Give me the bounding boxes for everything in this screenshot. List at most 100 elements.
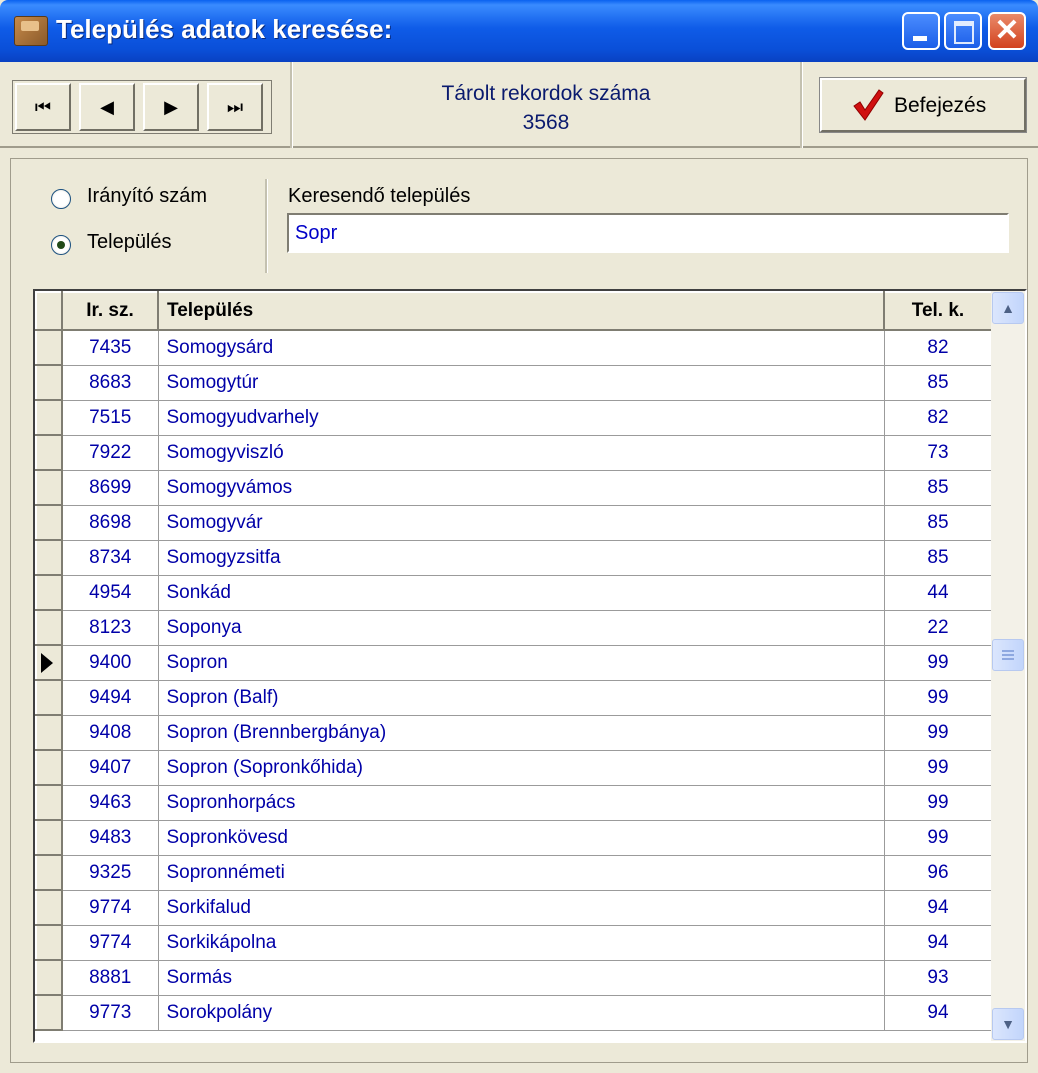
close-button[interactable]: ✕ [988,12,1026,50]
table-row[interactable]: 8698 Somogyvár 85 [35,504,993,541]
area-code-cell[interactable]: 44 [883,574,993,611]
row-indicator[interactable] [35,714,63,751]
scroll-down-button[interactable]: ▼ [992,1008,1024,1040]
table-row[interactable]: 8881 Sormás 93 [35,959,993,996]
prev-record-button[interactable]: ◀ [79,83,135,131]
zip-cell[interactable]: 9483 [61,819,159,856]
table-row[interactable]: 9774 Sorkikápolna 94 [35,924,993,961]
settlement-cell[interactable]: Sopronnémeti [157,854,885,891]
area-code-cell[interactable]: 82 [883,329,993,366]
table-row[interactable]: 7435 Somogysárd 82 [35,329,993,366]
settlement-cell[interactable]: Sormás [157,959,885,996]
settlement-cell[interactable]: Sopron (Sopronkőhida) [157,749,885,786]
column-header-area-code[interactable]: Tel. k. [883,291,993,331]
settlement-cell[interactable]: Sopronkövesd [157,819,885,856]
zip-cell[interactable]: 8123 [61,609,159,646]
zip-cell[interactable]: 8699 [61,469,159,506]
settlement-cell[interactable]: Somogyzsitfa [157,539,885,576]
row-indicator[interactable] [35,399,63,436]
zip-cell[interactable]: 8734 [61,539,159,576]
row-indicator[interactable] [35,959,63,996]
area-code-cell[interactable]: 94 [883,924,993,961]
area-code-cell[interactable]: 99 [883,819,993,856]
row-indicator[interactable] [35,889,63,926]
next-record-button[interactable]: ▶ [143,83,199,131]
zip-cell[interactable]: 9773 [61,994,159,1031]
row-indicator[interactable] [35,994,63,1031]
area-code-cell[interactable]: 99 [883,714,993,751]
column-header-settlement[interactable]: Település [157,291,885,331]
table-row[interactable]: 9483 Sopronkövesd 99 [35,819,993,856]
scroll-thumb[interactable] [992,639,1024,671]
row-indicator[interactable] [35,574,63,611]
area-code-cell[interactable]: 85 [883,504,993,541]
area-code-cell[interactable]: 85 [883,364,993,401]
table-row[interactable]: 9494 Sopron (Balf) 99 [35,679,993,716]
finish-button[interactable]: Befejezés [819,77,1027,133]
table-row[interactable]: 4954 Sonkád 44 [35,574,993,611]
first-record-button[interactable]: ⏮ [15,83,71,131]
area-code-cell[interactable]: 85 [883,469,993,506]
row-indicator[interactable] [35,504,63,541]
area-code-cell[interactable]: 99 [883,784,993,821]
zip-cell[interactable]: 9407 [61,749,159,786]
table-row[interactable]: 8734 Somogyzsitfa 85 [35,539,993,576]
table-row[interactable]: 7515 Somogyudvarhely 82 [35,399,993,436]
zip-cell[interactable]: 4954 [61,574,159,611]
zip-cell[interactable]: 9325 [61,854,159,891]
zip-cell[interactable]: 9408 [61,714,159,751]
settlement-cell[interactable]: Somogyvámos [157,469,885,506]
table-row[interactable]: 7922 Somogyviszló 73 [35,434,993,471]
vertical-scrollbar[interactable]: ▲ ▼ [991,291,1025,1041]
area-code-cell[interactable]: 85 [883,539,993,576]
area-code-cell[interactable]: 94 [883,889,993,926]
row-indicator[interactable] [35,469,63,506]
row-indicator[interactable] [35,609,63,646]
table-row[interactable]: 9774 Sorkifalud 94 [35,889,993,926]
table-row[interactable]: 8683 Somogytúr 85 [35,364,993,401]
table-row[interactable]: 8699 Somogyvámos 85 [35,469,993,506]
zip-cell[interactable]: 9494 [61,679,159,716]
settlement-cell[interactable]: Somogyvár [157,504,885,541]
zip-cell[interactable]: 9774 [61,924,159,961]
row-indicator[interactable] [35,854,63,891]
settlement-cell[interactable]: Somogyudvarhely [157,399,885,436]
settlement-cell[interactable]: Sorkifalud [157,889,885,926]
table-row[interactable]: 9773 Sorokpolány 94 [35,994,993,1031]
column-header-zip[interactable]: Ir. sz. [61,291,159,331]
table-row[interactable]: 8123 Soponya 22 [35,609,993,646]
area-code-cell[interactable]: 99 [883,749,993,786]
settlement-cell[interactable]: Soponya [157,609,885,646]
area-code-cell[interactable]: 99 [883,644,993,681]
row-indicator[interactable] [35,679,63,716]
row-indicator[interactable] [35,434,63,471]
row-indicator[interactable] [35,329,63,366]
area-code-cell[interactable]: 22 [883,609,993,646]
area-code-cell[interactable]: 82 [883,399,993,436]
row-indicator[interactable] [35,749,63,786]
minimize-button[interactable] [902,12,940,50]
table-row[interactable]: 9463 Sopronhorpács 99 [35,784,993,821]
area-code-cell[interactable]: 99 [883,679,993,716]
maximize-button[interactable] [944,12,982,50]
area-code-cell[interactable]: 93 [883,959,993,996]
radio-selected-icon[interactable] [51,235,71,255]
last-record-button[interactable]: ⏭ [207,83,263,131]
settlement-cell[interactable]: Somogyviszló [157,434,885,471]
area-code-cell[interactable]: 96 [883,854,993,891]
row-indicator[interactable] [35,644,63,681]
row-indicator[interactable] [35,924,63,961]
radio-icon[interactable] [51,189,71,209]
zip-cell[interactable]: 9774 [61,889,159,926]
zip-cell[interactable]: 7515 [61,399,159,436]
zip-cell[interactable]: 9400 [61,644,159,681]
zip-cell[interactable]: 9463 [61,784,159,821]
zip-cell[interactable]: 8698 [61,504,159,541]
area-code-cell[interactable]: 73 [883,434,993,471]
settlement-cell[interactable]: Somogytúr [157,364,885,401]
title-bar[interactable]: Település adatok keresése: ✕ [0,0,1038,62]
row-indicator[interactable] [35,819,63,856]
settlement-cell[interactable]: Sorkikápolna [157,924,885,961]
row-indicator[interactable] [35,364,63,401]
zip-cell[interactable]: 8683 [61,364,159,401]
